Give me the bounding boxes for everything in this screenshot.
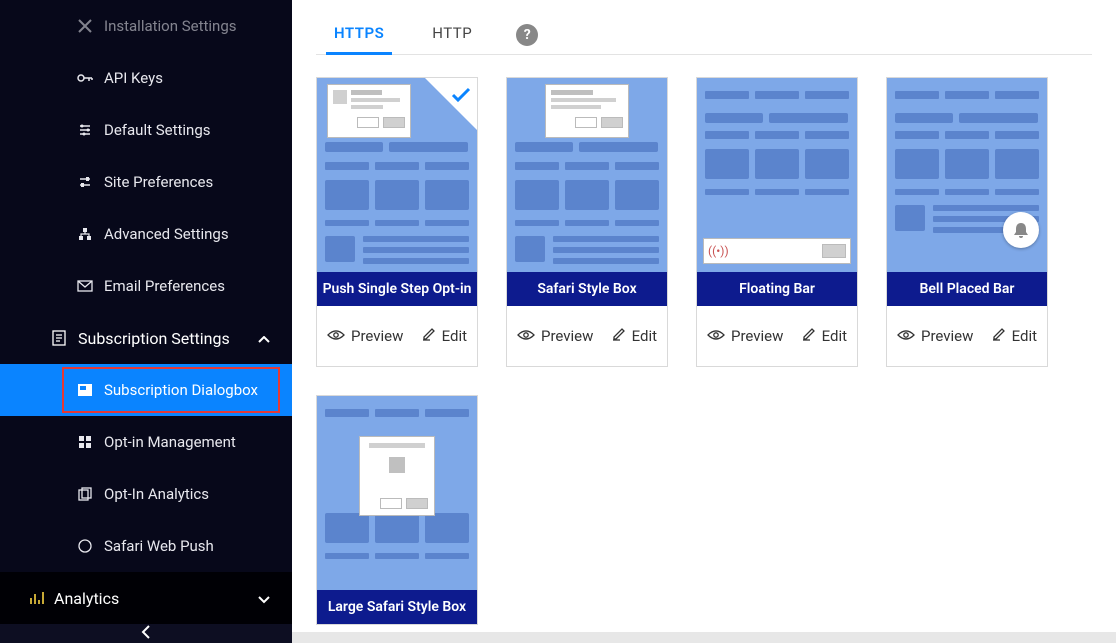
eye-icon — [707, 327, 725, 345]
grid-icon — [76, 435, 94, 449]
sidebar-group-analytics[interactable]: Analytics — [0, 572, 292, 624]
eye-icon — [517, 327, 535, 345]
sound-icon: ((•)) — [708, 244, 729, 258]
chevron-up-icon — [258, 329, 270, 348]
sidebar-item-safari-web-push[interactable]: Safari Web Push — [0, 520, 292, 572]
sidebar-item-label: Advanced Settings — [104, 225, 229, 243]
preview-label: Preview — [731, 327, 783, 345]
card-safari-style-box[interactable]: Safari Style Box Preview Edit — [506, 77, 668, 367]
eye-icon — [327, 327, 345, 345]
preview-button[interactable]: Preview — [707, 327, 783, 345]
sidebar: Installation Settings API Keys Default S… — [0, 0, 292, 632]
sidebar-item-advanced-settings[interactable]: Advanced Settings — [0, 208, 292, 260]
preview-button[interactable]: Preview — [897, 327, 973, 345]
tab-https[interactable]: HTTPS — [330, 16, 388, 54]
sidebar-item-label: Opt-In Analytics — [104, 485, 209, 503]
edit-label: Edit — [632, 327, 657, 345]
bell-preview — [1003, 212, 1039, 248]
highlight-outline — [62, 367, 280, 413]
card-bell-placed-bar[interactable]: Bell Placed Bar Preview Edit — [886, 77, 1048, 367]
pencil-icon — [422, 327, 436, 345]
sidebar-group-subscription-settings[interactable]: Subscription Settings — [0, 312, 292, 364]
edit-label: Edit — [1012, 327, 1037, 345]
dialog-preview — [545, 84, 629, 138]
sidebar-item-site-preferences[interactable]: Site Preferences — [0, 156, 292, 208]
sidebar-item-label: Opt-in Management — [104, 433, 236, 451]
sidebar-item-api-keys[interactable]: API Keys — [0, 52, 292, 104]
card-actions: Preview Edit — [697, 306, 857, 366]
main-content: HTTPS HTTP ? — [292, 0, 1116, 632]
edit-button[interactable]: Edit — [612, 327, 657, 345]
preview-button[interactable]: Preview — [517, 327, 593, 345]
card-title: Floating Bar — [697, 272, 857, 306]
sidebar-item-label: Installation Settings — [104, 17, 237, 35]
eye-icon — [897, 327, 915, 345]
hierarchy-icon — [76, 227, 94, 241]
card-thumbnail — [317, 78, 477, 272]
card-title: Large Safari Style Box — [317, 590, 477, 624]
sidebar-item-label: Site Preferences — [104, 173, 213, 191]
sidebar-item-default-settings[interactable]: Default Settings — [0, 104, 292, 156]
card-thumbnail — [507, 78, 667, 272]
floating-bar-preview: ((•)) — [703, 238, 851, 264]
sidebar-item-email-preferences[interactable]: Email Preferences — [0, 260, 292, 312]
dialog-cards: Push Single Step Opt-in Preview Edit — [316, 55, 1092, 625]
card-floating-bar[interactable]: ((•)) Floating Bar Preview Edit — [696, 77, 858, 367]
preview-label: Preview — [541, 327, 593, 345]
edit-button[interactable]: Edit — [992, 327, 1037, 345]
sidebar-item-optin-management[interactable]: Opt-in Management — [0, 416, 292, 468]
protocol-tabs: HTTPS HTTP ? — [316, 10, 1092, 55]
card-thumbnail — [317, 396, 477, 590]
sliders-icon — [76, 123, 94, 137]
card-actions: Preview Edit — [887, 306, 1047, 366]
dialog-preview — [359, 436, 435, 516]
card-thumbnail: ((•)) — [697, 78, 857, 272]
mail-icon — [76, 280, 94, 292]
sidebar-item-installation-settings[interactable]: Installation Settings — [0, 0, 292, 52]
key-icon — [76, 71, 94, 85]
preview-label: Preview — [351, 327, 403, 345]
sidebar-item-label: Email Preferences — [104, 277, 225, 295]
pencil-icon — [992, 327, 1006, 345]
edit-button[interactable]: Edit — [802, 327, 847, 345]
sidebar-item-label: Safari Web Push — [104, 537, 214, 555]
dialog-preview — [327, 84, 411, 138]
tab-http[interactable]: HTTP — [428, 16, 476, 54]
sidebar-collapse-button[interactable] — [0, 624, 292, 643]
chevron-left-icon — [141, 624, 151, 643]
card-push-single-step[interactable]: Push Single Step Opt-in Preview Edit — [316, 77, 478, 367]
card-title: Safari Style Box — [507, 272, 667, 306]
card-actions: Preview Edit — [317, 306, 477, 366]
preview-button[interactable]: Preview — [327, 327, 403, 345]
compass-icon — [76, 539, 94, 553]
card-title: Push Single Step Opt-in — [317, 272, 477, 306]
dialog-icon — [76, 383, 94, 397]
settings-icon — [76, 175, 94, 189]
help-icon[interactable]: ? — [516, 24, 538, 46]
analytics-icon — [26, 590, 48, 606]
edit-label: Edit — [442, 327, 467, 345]
sidebar-group-label: Analytics — [54, 589, 119, 608]
card-actions: Preview Edit — [507, 306, 667, 366]
chevron-down-icon — [258, 589, 270, 608]
x-icon — [76, 19, 94, 33]
sidebar-item-subscription-dialogbox[interactable]: Subscription Dialogbox — [0, 364, 292, 416]
copy-icon — [76, 487, 94, 501]
preview-label: Preview — [921, 327, 973, 345]
sidebar-item-label: Default Settings — [104, 121, 211, 139]
card-thumbnail — [887, 78, 1047, 272]
sidebar-item-label: API Keys — [104, 69, 163, 87]
pencil-icon — [802, 327, 816, 345]
card-large-safari-style-box[interactable]: Large Safari Style Box — [316, 395, 478, 625]
checkmark-icon — [451, 84, 471, 108]
document-icon — [48, 330, 70, 346]
pencil-icon — [612, 327, 626, 345]
card-title: Bell Placed Bar — [887, 272, 1047, 306]
sidebar-item-optin-analytics[interactable]: Opt-In Analytics — [0, 468, 292, 520]
edit-label: Edit — [822, 327, 847, 345]
edit-button[interactable]: Edit — [422, 327, 467, 345]
sidebar-group-label: Subscription Settings — [78, 329, 230, 348]
